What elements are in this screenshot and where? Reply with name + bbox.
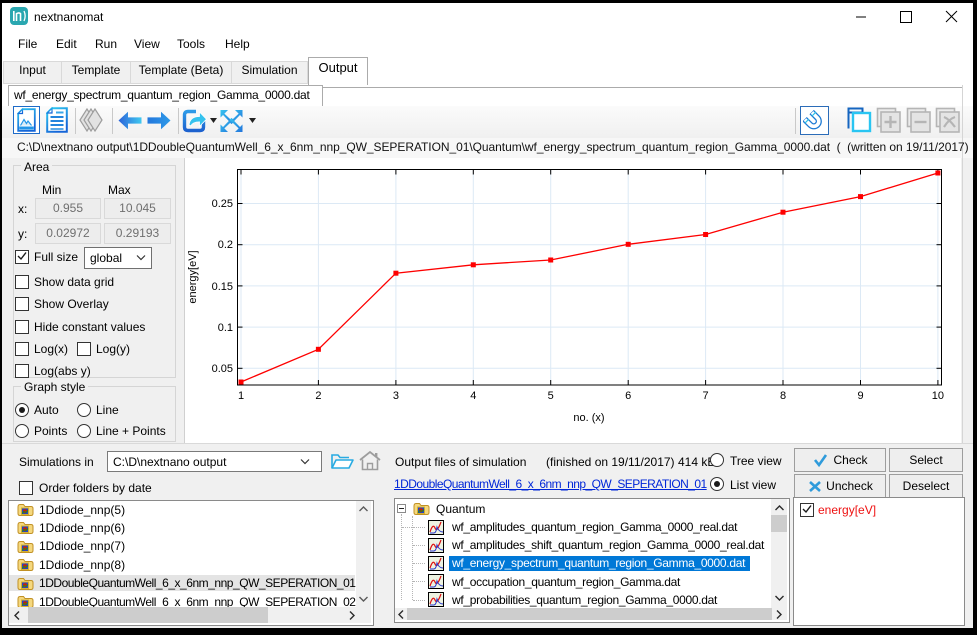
svg-text:5: 5 xyxy=(548,390,554,402)
svg-text:10: 10 xyxy=(932,390,944,402)
svg-text:energy[eV]: energy[eV] xyxy=(187,250,199,303)
svg-text:9: 9 xyxy=(857,390,863,402)
svg-text:0.25: 0.25 xyxy=(212,198,233,210)
svg-text:0.1: 0.1 xyxy=(218,322,233,334)
svg-text:0.2: 0.2 xyxy=(218,239,233,251)
svg-text:7: 7 xyxy=(703,390,709,402)
svg-text:1: 1 xyxy=(238,390,244,402)
svg-text:2: 2 xyxy=(315,390,321,402)
svg-text:no. (x): no. (x) xyxy=(573,412,604,424)
svg-text:6: 6 xyxy=(625,390,631,402)
svg-text:4: 4 xyxy=(470,390,476,402)
svg-text:8: 8 xyxy=(780,390,786,402)
svg-text:0.05: 0.05 xyxy=(212,363,233,375)
svg-text:3: 3 xyxy=(393,390,399,402)
svg-text:0.15: 0.15 xyxy=(212,281,233,293)
